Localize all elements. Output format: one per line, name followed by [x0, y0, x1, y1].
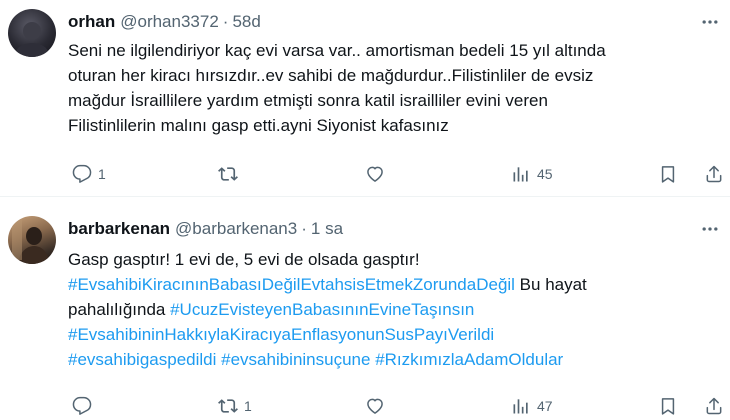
- reply-icon: [72, 164, 92, 184]
- hashtag-link[interactable]: #evsahibininsuçune: [221, 350, 370, 369]
- retweet-button[interactable]: 1: [218, 395, 252, 417]
- views-button[interactable]: 47: [511, 395, 553, 417]
- share-icon: [704, 396, 724, 416]
- bookmark-icon: [658, 396, 678, 416]
- views-count: 47: [537, 398, 553, 414]
- share-button[interactable]: [704, 163, 724, 185]
- reply-icon: [72, 396, 92, 416]
- views-button[interactable]: 45: [511, 163, 553, 185]
- tweet-text-line: #evsahibigaspedildi #evsahibininsuçune #…: [68, 347, 718, 372]
- display-name[interactable]: orhan: [68, 12, 115, 32]
- views-count: 45: [537, 166, 553, 182]
- display-name[interactable]: barbarkenan: [68, 219, 170, 239]
- tweet-text-fragment: pahalılığında: [68, 300, 171, 319]
- timestamp[interactable]: 58d: [232, 12, 260, 32]
- share-button[interactable]: [704, 395, 724, 417]
- reply-button[interactable]: [72, 395, 98, 417]
- reply-count: 1: [98, 166, 106, 182]
- tweet-text-line: Gasp gasptır! 1 evi de, 5 evi de olsada …: [68, 250, 420, 269]
- tweet-divider: [0, 196, 730, 197]
- more-horizontal-icon[interactable]: [699, 11, 721, 33]
- like-button[interactable]: [365, 163, 391, 185]
- tweet-text: Seni ne ilgilendiriyor kaç evi varsa var…: [68, 38, 718, 138]
- views-icon: [511, 396, 531, 416]
- retweet-button[interactable]: [218, 163, 244, 185]
- hashtag-link[interactable]: #RızkımızlaAdamOldular: [375, 350, 563, 369]
- share-icon: [704, 164, 724, 184]
- tweet-text-line: Seni ne ilgilendiriyor kaç evi varsa var…: [68, 41, 606, 60]
- avatar[interactable]: [8, 9, 56, 57]
- retweet-count: 1: [244, 398, 252, 414]
- separator-dot: ·: [222, 12, 229, 31]
- reply-button[interactable]: 1: [72, 163, 106, 185]
- retweet-icon: [218, 396, 238, 416]
- tweet-text-line: #EvsahibininHakkıylaKiracıyaEnflasyonunS…: [68, 322, 718, 347]
- bookmark-button[interactable]: [658, 395, 678, 417]
- avatar[interactable]: [8, 216, 56, 264]
- heart-icon: [365, 396, 385, 416]
- tweet-text-line: oturan her kiracı hırsızdır..ev sahibi d…: [68, 66, 594, 85]
- tweet-text-fragment: Bu hayat: [514, 275, 587, 294]
- tweet-text-line: mağdur İsraillilere yardım etmişti sonra…: [68, 91, 548, 110]
- tweet-header: barbarkenan @barbarkenan3 · 1 sa: [68, 218, 343, 240]
- hashtag-link[interactable]: #EvsahibininHakkıylaKiracıyaEnflasyonunS…: [68, 325, 494, 344]
- retweet-icon: [218, 164, 238, 184]
- tweet-actions: 1 45: [68, 163, 723, 185]
- tweet-orhan[interactable]: orhan @orhan3372 · 58d Seni ne ilgilendi…: [0, 0, 730, 196]
- hashtag-link[interactable]: #EvsahibiKiracınınBabasıDeğilEvtahsisEtm…: [68, 275, 515, 294]
- heart-icon: [365, 164, 385, 184]
- user-handle[interactable]: @orhan3372: [120, 12, 219, 32]
- user-handle[interactable]: @barbarkenan3: [175, 219, 297, 239]
- tweet-text-line: Filistinlilerin malını gasp etti.ayni Si…: [68, 116, 449, 135]
- tweet-text-line: #EvsahibiKiracınınBabasıDeğilEvtahsisEtm…: [68, 272, 718, 297]
- like-button[interactable]: [365, 395, 391, 417]
- bookmark-button[interactable]: [658, 163, 678, 185]
- more-horizontal-icon[interactable]: [699, 218, 721, 240]
- tweet-text-line: pahalılığında #UcuzEvisteyenBabasınınEvi…: [68, 297, 718, 322]
- tweet-actions: 1 47: [68, 395, 723, 417]
- hashtag-link[interactable]: #UcuzEvisteyenBabasınınEvineTaşınsın: [170, 300, 474, 319]
- separator-dot: ·: [301, 219, 307, 238]
- bookmark-icon: [658, 164, 678, 184]
- tweet-header: orhan @orhan3372 · 58d: [68, 11, 261, 33]
- tweet-text: Gasp gasptır! 1 evi de, 5 evi de olsada …: [68, 247, 718, 372]
- tweet-barbarkenan[interactable]: barbarkenan @barbarkenan3 · 1 sa Gasp ga…: [0, 209, 730, 420]
- views-icon: [511, 164, 531, 184]
- hashtag-link[interactable]: #evsahibigaspedildi: [68, 350, 216, 369]
- timestamp[interactable]: 1 sa: [311, 219, 343, 239]
